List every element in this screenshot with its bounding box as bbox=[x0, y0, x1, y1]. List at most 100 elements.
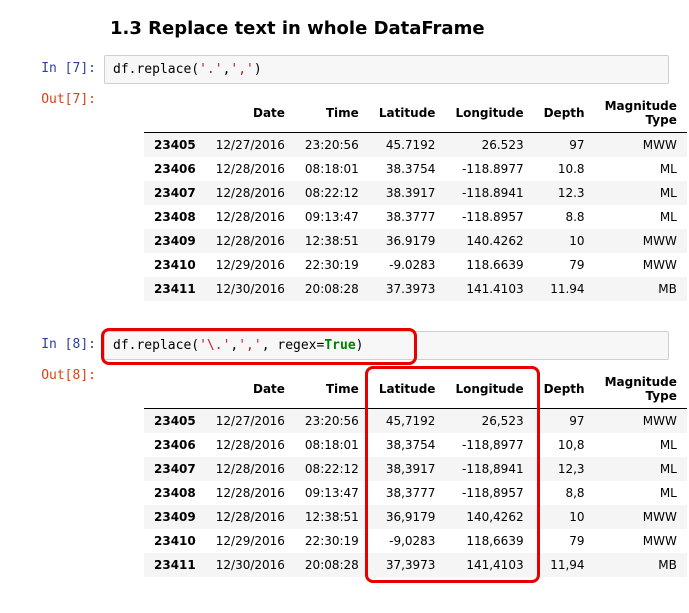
table-cell: ML bbox=[595, 481, 687, 505]
output-area-7: DateTimeLatitudeLongitudeDepthMagnitude … bbox=[104, 86, 687, 315]
table-cell: 11,94 bbox=[534, 553, 595, 577]
row-index: 23409 bbox=[144, 229, 206, 253]
column-header: Depth bbox=[534, 94, 595, 133]
table-cell: ML bbox=[595, 181, 687, 205]
column-header: Latitude bbox=[369, 94, 446, 133]
table-cell: 10 bbox=[534, 229, 595, 253]
table-row: 2340812/28/201609:13:4738.3777-118.89578… bbox=[144, 205, 687, 229]
table-row: 2341112/30/201620:08:2837.3973141.410311… bbox=[144, 277, 687, 301]
table-cell: 12/27/2016 bbox=[206, 133, 295, 158]
table-cell: 22:30:19 bbox=[295, 253, 369, 277]
table-cell: 38.3917 bbox=[369, 181, 446, 205]
dataframe-table-8: DateTimeLatitudeLongitudeDepthMagnitude … bbox=[144, 370, 687, 577]
table-cell: 12/30/2016 bbox=[206, 553, 295, 577]
table-row: 2340712/28/201608:22:1238.3917-118.89411… bbox=[144, 181, 687, 205]
prompt-in-7: In [7]: bbox=[20, 55, 104, 76]
table-cell: 10.8 bbox=[534, 157, 595, 181]
table-cell: 38.3777 bbox=[369, 205, 446, 229]
table-cell: 12/27/2016 bbox=[206, 409, 295, 434]
table-cell: 08:18:01 bbox=[295, 433, 369, 457]
section-title: 1.3 Replace text in whole DataFrame bbox=[110, 18, 669, 39]
table-corner bbox=[144, 370, 206, 409]
table-cell: 118.6639 bbox=[445, 253, 533, 277]
table-cell: ML bbox=[595, 457, 687, 481]
table-cell: 12/28/2016 bbox=[206, 157, 295, 181]
table-cell: -118.8941 bbox=[445, 181, 533, 205]
table-row: 2340912/28/201612:38:5136,9179140,426210… bbox=[144, 505, 687, 529]
table-cell: MWW bbox=[595, 229, 687, 253]
row-index: 23411 bbox=[144, 277, 206, 301]
table-cell: ML bbox=[595, 205, 687, 229]
table-row: 2340512/27/201623:20:5645.719226.52397MW… bbox=[144, 133, 687, 158]
table-cell: 26.523 bbox=[445, 133, 533, 158]
row-index: 23408 bbox=[144, 481, 206, 505]
table-corner bbox=[144, 94, 206, 133]
table-cell: ML bbox=[595, 157, 687, 181]
column-header: Time bbox=[295, 94, 369, 133]
table-cell: 140.4262 bbox=[445, 229, 533, 253]
table-cell: MB bbox=[595, 277, 687, 301]
row-index: 23406 bbox=[144, 157, 206, 181]
code-input-7[interactable]: df.replace('.',',') bbox=[104, 55, 669, 84]
table-cell: 38,3777 bbox=[369, 481, 446, 505]
row-index: 23408 bbox=[144, 205, 206, 229]
table-cell: 12/29/2016 bbox=[206, 529, 295, 553]
table-cell: ML bbox=[595, 433, 687, 457]
table-cell: 12/30/2016 bbox=[206, 277, 295, 301]
table-cell: 141,4103 bbox=[445, 553, 533, 577]
column-header: Latitude bbox=[369, 370, 446, 409]
table-cell: 12/28/2016 bbox=[206, 481, 295, 505]
table-cell: MWW bbox=[595, 529, 687, 553]
code-text: ) bbox=[254, 62, 262, 77]
table-cell: 38,3917 bbox=[369, 457, 446, 481]
table-cell: 22:30:19 bbox=[295, 529, 369, 553]
table-cell: 79 bbox=[534, 529, 595, 553]
table-cell: 37.3973 bbox=[369, 277, 446, 301]
table-cell: 08:22:12 bbox=[295, 181, 369, 205]
table-cell: 23:20:56 bbox=[295, 409, 369, 434]
table-cell: 12/28/2016 bbox=[206, 505, 295, 529]
table-cell: 45,7192 bbox=[369, 409, 446, 434]
prompt-out-8: Out[8]: bbox=[20, 362, 104, 383]
row-index: 23406 bbox=[144, 433, 206, 457]
table-cell: -118,8977 bbox=[445, 433, 533, 457]
table-cell: 118,6639 bbox=[445, 529, 533, 553]
code-input-8[interactable]: df.replace('\.',',', regex=True) bbox=[104, 331, 669, 360]
table-cell: 10 bbox=[534, 505, 595, 529]
code-string: '.' bbox=[199, 62, 222, 77]
code-keyword: True bbox=[324, 338, 355, 353]
row-index: 23410 bbox=[144, 529, 206, 553]
table-cell: MWW bbox=[595, 133, 687, 158]
prompt-in-8: In [8]: bbox=[20, 331, 104, 352]
table-row: 2341012/29/201622:30:19-9.0283118.663979… bbox=[144, 253, 687, 277]
table-cell: MWW bbox=[595, 253, 687, 277]
table-cell: 08:22:12 bbox=[295, 457, 369, 481]
table-cell: MWW bbox=[595, 505, 687, 529]
table-cell: -118.8977 bbox=[445, 157, 533, 181]
column-header: Date bbox=[206, 94, 295, 133]
row-index: 23407 bbox=[144, 181, 206, 205]
code-string: ',' bbox=[230, 62, 253, 77]
column-header: Date bbox=[206, 370, 295, 409]
dataframe-table-7: DateTimeLatitudeLongitudeDepthMagnitude … bbox=[144, 94, 687, 301]
table-cell: 8,8 bbox=[534, 481, 595, 505]
table-cell: 12:38:51 bbox=[295, 229, 369, 253]
table-cell: 12/28/2016 bbox=[206, 205, 295, 229]
table-cell: 26,523 bbox=[445, 409, 533, 434]
table-cell: 36,9179 bbox=[369, 505, 446, 529]
table-cell: 36.9179 bbox=[369, 229, 446, 253]
table-cell: 12,3 bbox=[534, 457, 595, 481]
output-area-8: DateTimeLatitudeLongitudeDepthMagnitude … bbox=[104, 362, 687, 591]
cell-8-input: In [8]: df.replace('\.',',', regex=True) bbox=[20, 331, 669, 360]
table-cell: 79 bbox=[534, 253, 595, 277]
table-cell: 11.94 bbox=[534, 277, 595, 301]
table-row: 2341012/29/201622:30:19-9,0283118,663979… bbox=[144, 529, 687, 553]
row-index: 23409 bbox=[144, 505, 206, 529]
cell-8-output: Out[8]: DateTimeLatitudeLongitudeDepthMa… bbox=[20, 362, 669, 591]
table-cell: 12/28/2016 bbox=[206, 433, 295, 457]
table-cell: 12/28/2016 bbox=[206, 181, 295, 205]
column-header: Magnitude Type bbox=[595, 370, 687, 409]
table-cell: -9,0283 bbox=[369, 529, 446, 553]
table-cell: 12/28/2016 bbox=[206, 229, 295, 253]
table-row: 2340812/28/201609:13:4738,3777-118,89578… bbox=[144, 481, 687, 505]
